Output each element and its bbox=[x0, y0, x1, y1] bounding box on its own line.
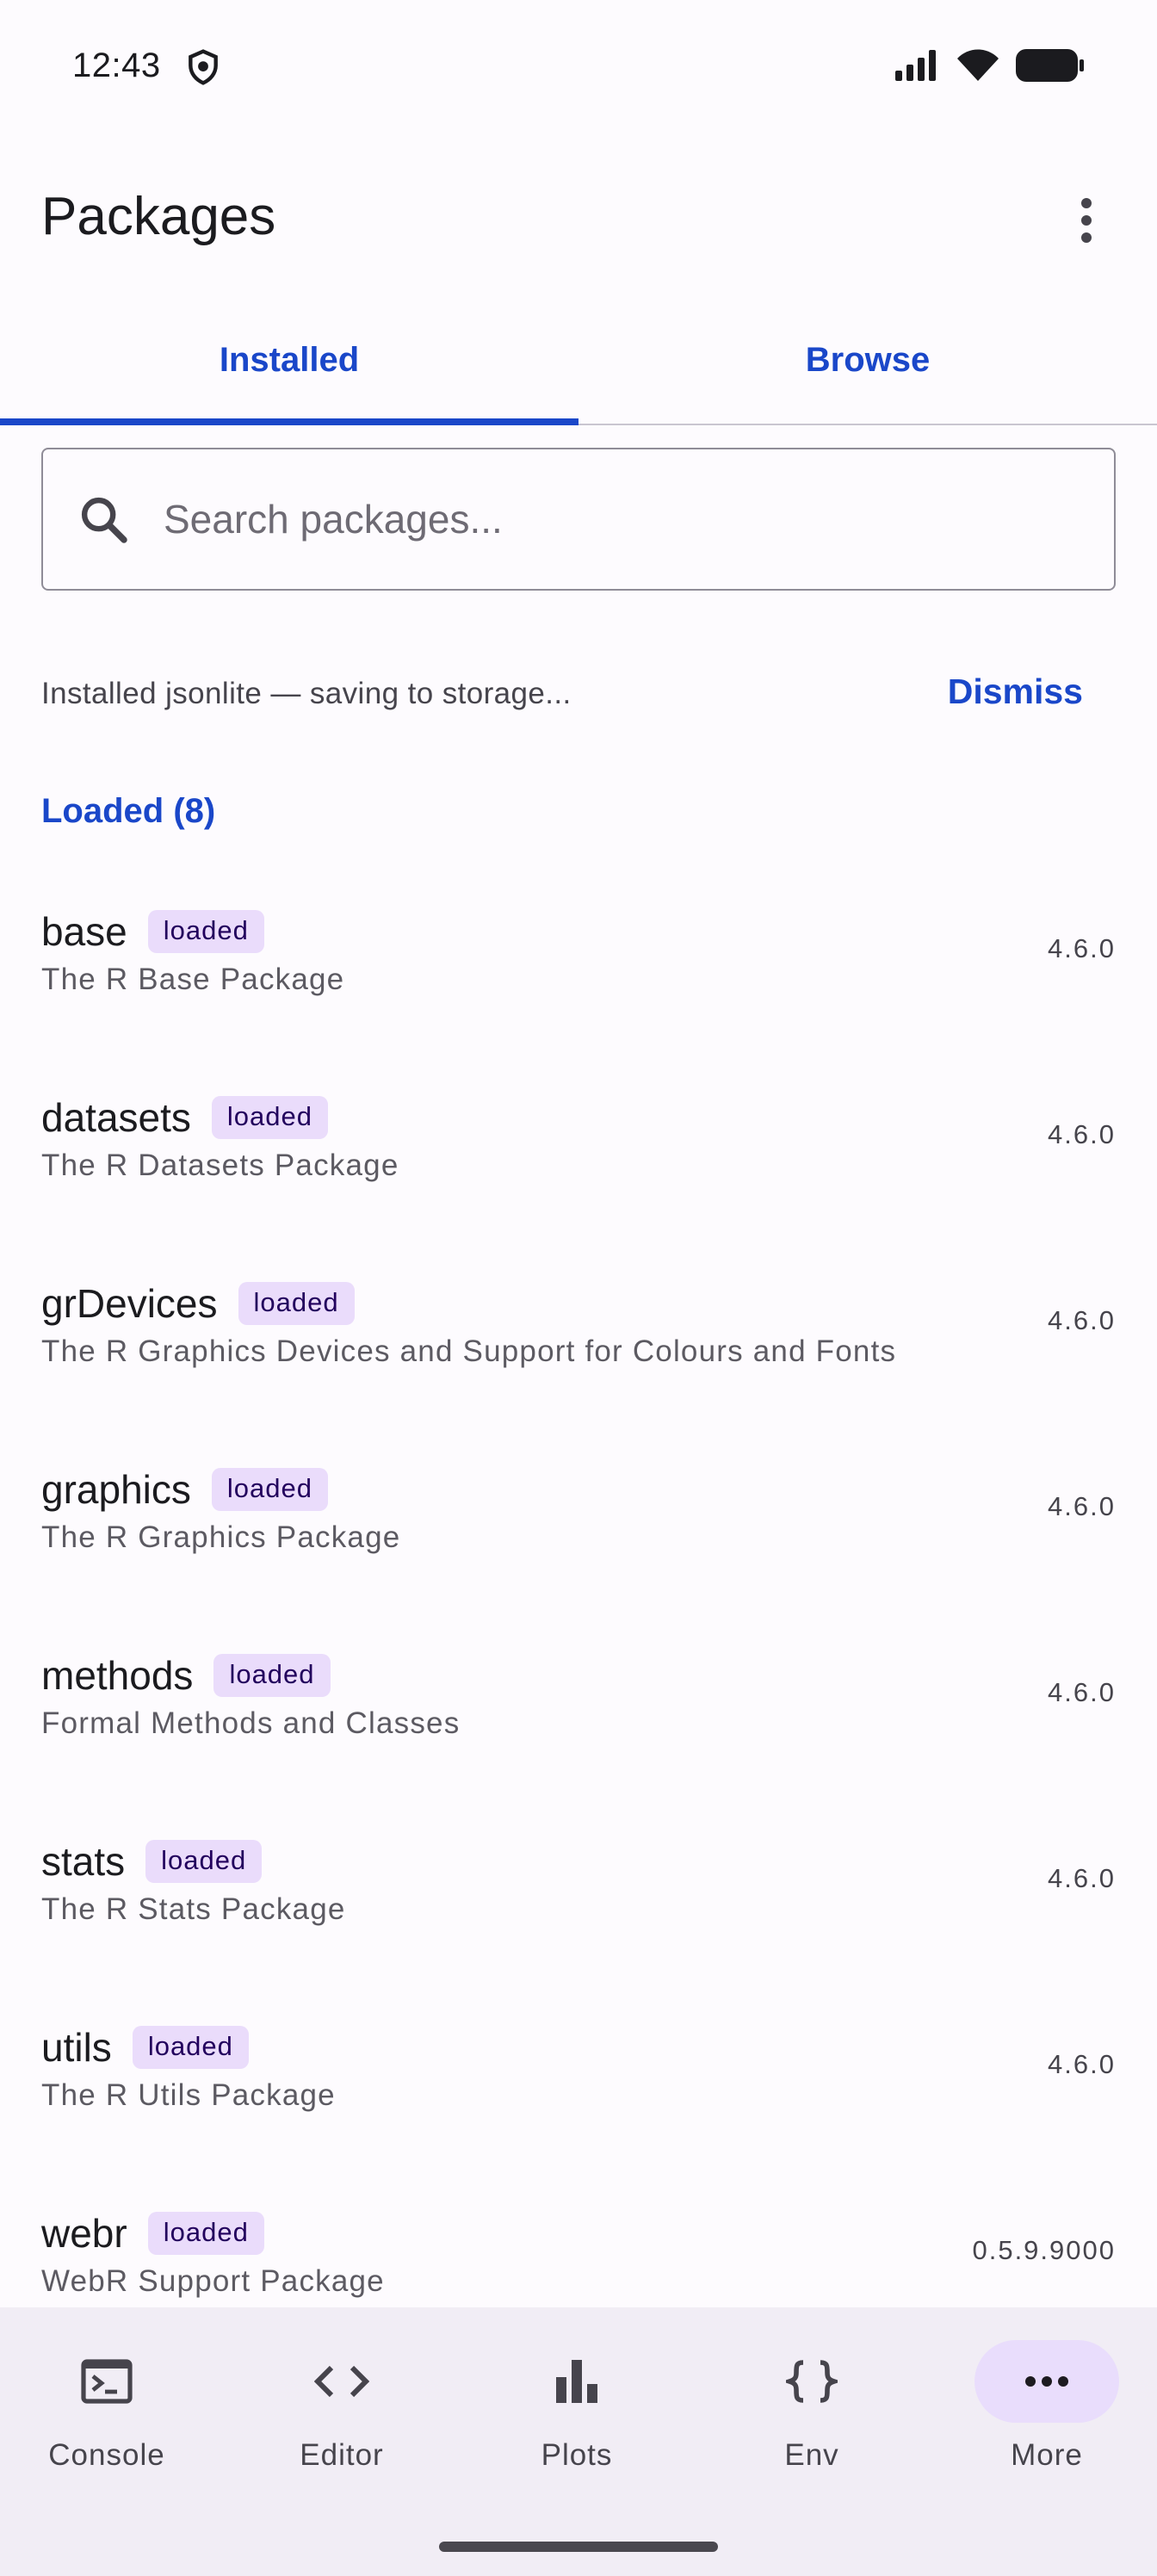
search-icon bbox=[81, 497, 127, 543]
package-name: base bbox=[41, 909, 127, 954]
nav-env-label: Env bbox=[784, 2438, 839, 2472]
package-version: 0.5.9.9000 bbox=[972, 2235, 1116, 2265]
package-name: methods bbox=[41, 1653, 194, 1698]
status-bar: 12:43 bbox=[0, 0, 1157, 129]
package-description: The R Stats Package bbox=[41, 1892, 346, 1926]
install-notice: Installed jsonlite — saving to storage..… bbox=[41, 672, 1116, 716]
package-version: 4.6.0 bbox=[1048, 933, 1116, 963]
bottom-navigation: Console Editor Plots Env More bbox=[0, 2307, 1157, 2576]
package-version: 4.6.0 bbox=[1048, 1863, 1116, 1893]
braces-icon bbox=[786, 2360, 838, 2403]
package-name-row: base loaded bbox=[41, 906, 264, 957]
nav-editor[interactable]: Editor bbox=[244, 2340, 416, 2512]
package-description: The R Graphics Package bbox=[41, 1520, 401, 1554]
package-description: The R Utils Package bbox=[41, 2078, 336, 2112]
code-icon bbox=[314, 2365, 369, 2398]
tab-bar: Installed Browse bbox=[0, 315, 1157, 425]
loaded-badge: loaded bbox=[238, 1282, 355, 1325]
nav-console-label: Console bbox=[48, 2438, 165, 2472]
nav-more-label: More bbox=[1011, 2438, 1083, 2472]
nav-more-pill bbox=[974, 2340, 1119, 2423]
loaded-badge: loaded bbox=[147, 2212, 264, 2255]
nav-editor-pill bbox=[269, 2340, 414, 2423]
dismiss-button[interactable]: Dismiss bbox=[948, 672, 1083, 712]
status-time: 12:43 bbox=[72, 46, 161, 84]
package-row[interactable]: datasets loaded The R Datasets Package 4… bbox=[0, 1092, 1157, 1278]
tab-browse[interactable]: Browse bbox=[578, 315, 1157, 424]
loaded-badge: loaded bbox=[211, 1096, 328, 1139]
package-name: webr bbox=[41, 2211, 127, 2256]
tab-indicator bbox=[0, 418, 578, 425]
section-header-loaded: Loaded (8) bbox=[41, 792, 216, 830]
top-app-bar: Packages bbox=[0, 164, 1157, 276]
nav-env-pill bbox=[739, 2340, 884, 2423]
package-name: utils bbox=[41, 2025, 112, 2070]
tab-installed-label: Installed bbox=[219, 340, 360, 379]
package-row[interactable]: utils loaded The R Utils Package 4.6.0 bbox=[0, 2022, 1157, 2208]
package-version: 4.6.0 bbox=[1048, 1305, 1116, 1335]
package-name-row: grDevices loaded bbox=[41, 1278, 355, 1329]
package-description: The R Graphics Devices and Support for C… bbox=[41, 1334, 897, 1368]
package-name-row: graphics loaded bbox=[41, 1464, 328, 1515]
package-name: stats bbox=[41, 1839, 126, 1884]
nav-plots-label: Plots bbox=[541, 2438, 613, 2472]
package-name: grDevices bbox=[41, 1281, 218, 1326]
package-version: 4.6.0 bbox=[1048, 1677, 1116, 1707]
package-version: 4.6.0 bbox=[1048, 2049, 1116, 2079]
package-description: The R Datasets Package bbox=[41, 1149, 399, 1182]
nav-plots[interactable]: Plots bbox=[479, 2340, 651, 2512]
nav-plots-pill bbox=[504, 2340, 649, 2423]
package-name-row: webr loaded bbox=[41, 2208, 264, 2259]
loaded-badge: loaded bbox=[132, 2026, 249, 2069]
nav-console[interactable]: Console bbox=[9, 2340, 181, 2512]
more-vertical-icon bbox=[1081, 198, 1092, 243]
package-row[interactable]: grDevices loaded The R Graphics Devices … bbox=[0, 1278, 1157, 1464]
page-title: Packages bbox=[41, 187, 276, 246]
signal-icon bbox=[895, 50, 936, 81]
package-description: WebR Support Package bbox=[41, 2264, 385, 2298]
search-input[interactable] bbox=[164, 496, 1067, 542]
status-icons bbox=[895, 48, 1085, 83]
loaded-badge: loaded bbox=[211, 1468, 328, 1511]
package-description: The R Base Package bbox=[41, 963, 345, 996]
package-name-row: stats loaded bbox=[41, 1836, 263, 1887]
package-row[interactable]: base loaded The R Base Package 4.6.0 bbox=[0, 906, 1157, 1092]
package-version: 4.6.0 bbox=[1048, 1119, 1116, 1149]
tab-installed[interactable]: Installed bbox=[0, 315, 578, 425]
terminal-icon bbox=[81, 2359, 133, 2404]
package-row[interactable]: graphics loaded The R Graphics Package 4… bbox=[0, 1464, 1157, 1650]
packages-screen: 12:43 Packages Installed Browse Search p… bbox=[0, 0, 1157, 2576]
search-field[interactable] bbox=[41, 448, 1116, 591]
package-description: Formal Methods and Classes bbox=[41, 1706, 461, 1740]
package-row[interactable]: stats loaded The R Stats Package 4.6.0 bbox=[0, 1836, 1157, 2022]
home-indicator[interactable] bbox=[439, 2542, 718, 2552]
wifi-icon bbox=[957, 49, 999, 81]
bar-chart-icon bbox=[556, 2360, 597, 2403]
nav-console-pill bbox=[34, 2340, 179, 2423]
nav-env[interactable]: Env bbox=[714, 2340, 886, 2512]
package-name-row: methods loaded bbox=[41, 1650, 331, 1701]
loaded-badge: loaded bbox=[145, 1840, 263, 1883]
notice-text: Installed jsonlite — saving to storage..… bbox=[41, 677, 572, 710]
package-version: 4.6.0 bbox=[1048, 1491, 1116, 1521]
nav-more[interactable]: More bbox=[949, 2340, 1121, 2512]
nav-editor-label: Editor bbox=[300, 2438, 384, 2472]
package-name: graphics bbox=[41, 1467, 191, 1512]
package-name-row: datasets loaded bbox=[41, 1092, 328, 1143]
package-name: datasets bbox=[41, 1095, 191, 1140]
loaded-badge: loaded bbox=[213, 1654, 331, 1697]
overflow-menu-button[interactable] bbox=[1047, 181, 1126, 260]
package-row[interactable]: methods loaded Formal Methods and Classe… bbox=[0, 1650, 1157, 1836]
shield-icon bbox=[189, 49, 218, 85]
more-horizontal-icon bbox=[1025, 2376, 1068, 2387]
tab-browse-label: Browse bbox=[805, 340, 931, 379]
loaded-badge: loaded bbox=[147, 910, 264, 953]
package-name-row: utils loaded bbox=[41, 2022, 249, 2073]
battery-icon bbox=[1016, 49, 1084, 82]
